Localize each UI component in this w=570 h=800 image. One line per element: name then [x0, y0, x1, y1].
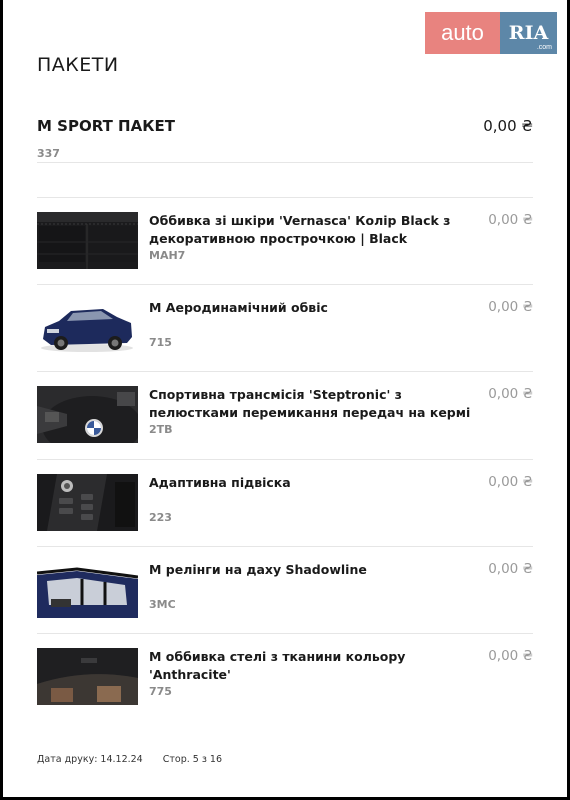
item-price: 0,00 ₴: [488, 474, 533, 490]
logo-ria: RIA .com: [500, 12, 557, 54]
divider: [37, 459, 533, 460]
item-name: Адаптивна підвіска: [149, 475, 291, 490]
item-price: 0,00 ₴: [488, 299, 533, 315]
divider: [37, 284, 533, 285]
page-title: ПАКЕТИ: [37, 54, 119, 76]
package-name: M SPORT ПАКЕТ: [37, 117, 175, 135]
autoria-logo[interactable]: auto RIA .com: [425, 12, 557, 54]
item-price: 0,00 ₴: [488, 648, 533, 664]
item-price: 0,00 ₴: [488, 386, 533, 402]
logo-com-text: .com: [536, 44, 552, 51]
logo-ria-text: RIA: [508, 22, 549, 44]
list-item: Оббивка зі шкіри 'Vernasca' Колір Black …: [37, 212, 533, 299]
item-name: M Аеродинамічний обвіс: [149, 300, 328, 315]
item-name: M релінги на даху Shadowline: [149, 562, 367, 577]
item-image-leather: [37, 212, 138, 269]
item-image-drive-buttons: [37, 474, 138, 531]
item-code: 715: [149, 336, 172, 349]
divider: [37, 197, 533, 198]
item-code: 223: [149, 511, 172, 524]
item-name: Спортивна трансмісія 'Steptronic' з пелю…: [149, 387, 471, 420]
print-date: Дата друку: 14.12.24: [37, 754, 143, 765]
package-code: 337: [37, 147, 60, 160]
item-code: 775: [149, 685, 172, 698]
list-item: M релінги на даху Shadowline 3MC 0,00 ₴: [37, 561, 533, 648]
item-name: M оббивка стелі з тканини кольору 'Anthr…: [149, 649, 406, 682]
item-image-roof-rails: [37, 561, 138, 618]
item-image-steering-wheel: [37, 386, 138, 443]
package-price: 0,00 ₴: [483, 117, 533, 135]
divider: [37, 371, 533, 372]
divider: [37, 162, 533, 163]
item-price: 0,00 ₴: [488, 561, 533, 577]
page-number: Стор. 5 з 16: [162, 754, 223, 765]
page-footer: Дата друку: 14.12.24 Стор. 5 з 16: [37, 754, 222, 765]
item-code: 2TB: [149, 423, 173, 436]
item-code: MAH7: [149, 249, 186, 262]
list-item: M Аеродинамічний обвіс 715 0,00 ₴: [37, 299, 533, 386]
list-item: M оббивка стелі з тканини кольору 'Anthr…: [37, 648, 533, 735]
list-item: Адаптивна підвіска 223 0,00 ₴: [37, 474, 533, 561]
item-image-headliner: [37, 648, 138, 705]
item-name: Оббивка зі шкіри 'Vernasca' Колір Black …: [149, 213, 451, 246]
logo-auto: auto: [425, 12, 500, 54]
divider: [37, 633, 533, 634]
item-price: 0,00 ₴: [488, 212, 533, 228]
item-image-car: [37, 299, 138, 356]
divider: [37, 546, 533, 547]
item-code: 3MC: [149, 598, 176, 611]
